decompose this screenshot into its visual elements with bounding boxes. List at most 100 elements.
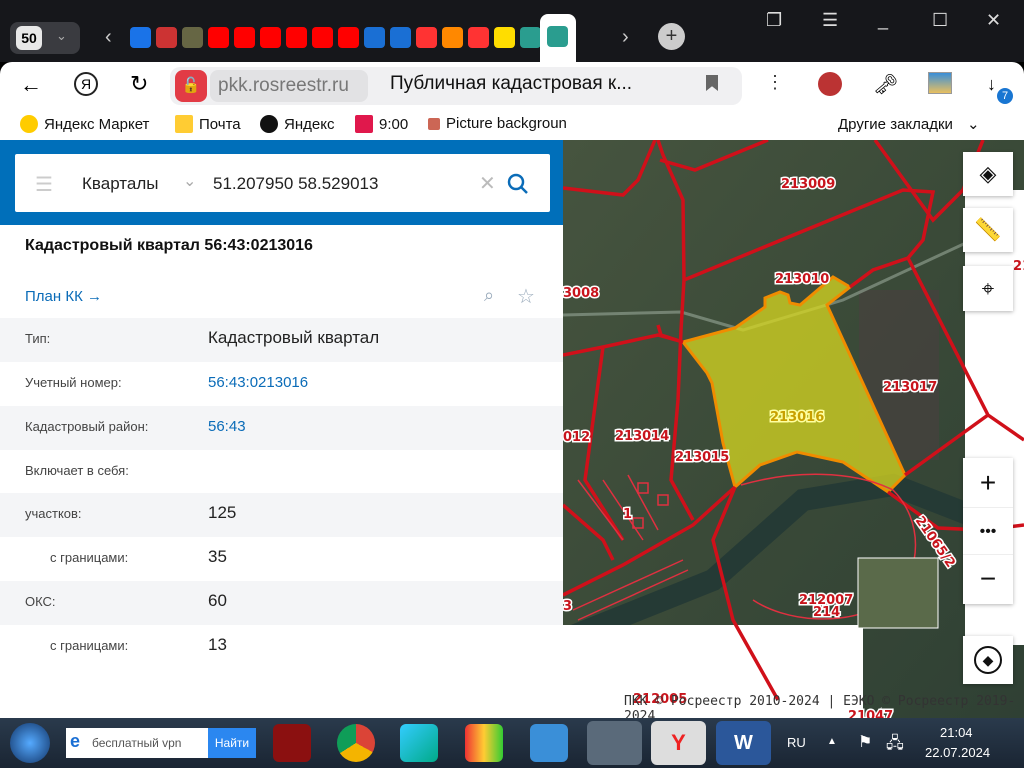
messenger-icon[interactable] <box>130 27 151 48</box>
row-label: Тип: <box>25 331 51 346</box>
cadastral-number-link[interactable]: 56:43:0213016 <box>208 374 308 391</box>
t-icon <box>355 115 373 133</box>
bookmark-yandex[interactable]: Яндекс <box>260 115 334 133</box>
row-value: 13 <box>208 635 227 654</box>
bookmark-900[interactable]: 9:00 <box>355 115 408 133</box>
network-icon[interactable]: 🖧 <box>886 732 904 759</box>
zoom-out-button[interactable]: − <box>980 555 996 603</box>
tc-icon[interactable] <box>494 27 515 48</box>
map-label: 213009 <box>781 177 835 192</box>
active-tab[interactable] <box>540 14 576 62</box>
locate-button[interactable]: ⌖ <box>963 266 1013 311</box>
address-domain[interactable]: pkk.rosreestr.ru <box>210 70 368 102</box>
hummingbird-icon[interactable] <box>400 724 438 762</box>
tabs-scroll-left-icon[interactable]: ‹ <box>105 26 112 49</box>
yandex-market-icon <box>20 115 38 133</box>
search-input[interactable]: 51.207950 58.529013 <box>213 174 378 194</box>
odnoklassniki-icon[interactable] <box>442 27 463 48</box>
overview-minimap[interactable] <box>857 557 939 629</box>
youtube-icon[interactable] <box>208 27 229 48</box>
maximize-button[interactable]: ☐ <box>932 10 948 31</box>
word-icon[interactable]: W <box>716 721 771 765</box>
plan-kk-link[interactable]: План КК → <box>25 288 102 305</box>
rosreestr-icon[interactable] <box>520 27 541 48</box>
address-page-title[interactable]: Публичная кадастровая к... <box>390 73 632 95</box>
back-button[interactable]: ← <box>20 72 42 98</box>
menu-icon[interactable]: ☰ <box>35 172 53 197</box>
reload-button[interactable]: ↻ <box>130 71 148 97</box>
extension-seal-icon[interactable] <box>818 72 842 96</box>
layer-select[interactable]: Кварталы <box>82 174 158 194</box>
extension-keys-icon[interactable]: 🗝 <box>873 72 898 97</box>
row-label: Включает в себя: <box>25 463 129 478</box>
map-label: 213010 <box>775 272 829 287</box>
house-icon <box>428 117 440 130</box>
insecure-lock-icon[interactable]: 🔓 <box>175 70 207 102</box>
youtube-icon[interactable] <box>312 27 333 48</box>
more-zoom-icon[interactable]: ••• <box>963 507 1013 555</box>
bookmark-picture[interactable]: Picture backgroun <box>428 115 567 132</box>
search-go-button[interactable]: Найти <box>208 728 256 758</box>
crosshair-icon: ⌖ <box>981 275 995 301</box>
info-row-oks-bounded: с границами: 13 <box>0 625 563 669</box>
tabs-scroll-right-icon[interactable]: › <box>622 26 629 49</box>
media-player-icon[interactable] <box>530 724 568 762</box>
yandex-browser-icon[interactable]: Y <box>651 721 706 765</box>
avg-icon[interactable] <box>465 724 503 762</box>
youtube-icon[interactable] <box>234 27 255 48</box>
mail-at-icon[interactable] <box>364 27 385 48</box>
menu-icon[interactable]: ☰ <box>822 10 838 31</box>
minimize-button[interactable]: _ <box>878 10 888 31</box>
yandex-icon[interactable] <box>468 27 489 48</box>
explorer-icon[interactable] <box>587 721 642 765</box>
bookmark-pochta[interactable]: Почта <box>175 115 241 133</box>
close-button[interactable]: ✕ <box>986 10 1001 31</box>
map-label: 213014 <box>615 429 669 444</box>
bookmark-yandex-market[interactable]: Яндекс Маркет <box>20 115 149 133</box>
extension-picture-icon[interactable] <box>928 72 952 94</box>
info-row-parcels-bounded: с границами: 35 <box>0 537 563 581</box>
clear-icon[interactable]: ✕ <box>479 171 496 196</box>
collections-icon[interactable]: ❐ <box>766 10 782 31</box>
search-field[interactable]: e бесплатный vpn <box>66 728 208 758</box>
map[interactable]: 213009 213010 3008 213017 213016 213014 213015… <box>563 140 1024 718</box>
new-tab-button[interactable]: + <box>658 23 685 50</box>
action-center-flag-icon[interactable]: ⚑ <box>858 732 872 752</box>
map-label: 213017 <box>883 380 937 395</box>
map-attribution: ПКК © Росреестр 2010-2024 | ЕЭКО © Росре… <box>624 694 1016 718</box>
favorite-star-icon[interactable]: ☆ <box>517 284 535 309</box>
youtube-icon[interactable] <box>338 27 359 48</box>
clock-date[interactable]: 22.07.2024 <box>925 745 990 760</box>
map-label: 214 <box>813 605 840 620</box>
map-label: 3008 <box>563 286 599 301</box>
youtube-icon[interactable] <box>286 27 307 48</box>
mail-envelope-icon[interactable] <box>390 27 411 48</box>
clock-time[interactable]: 21:04 <box>940 725 973 740</box>
cadastral-district-link[interactable]: 56:43 <box>208 418 246 435</box>
chevron-down-icon[interactable]: ⌄ <box>183 171 196 191</box>
tomato-icon[interactable] <box>156 27 177 48</box>
harp-icon[interactable] <box>182 27 203 48</box>
chrome-icon[interactable] <box>337 724 375 762</box>
start-button[interactable] <box>10 723 50 763</box>
info-row-parcels: участков: 125 <box>0 493 563 537</box>
pdf-master-icon[interactable] <box>273 724 311 762</box>
search-icon[interactable] <box>507 173 529 195</box>
youtube-icon[interactable] <box>260 27 281 48</box>
tab-count-button[interactable]: 50 ⌄ <box>10 22 80 54</box>
compass-button[interactable]: ◆ <box>963 636 1013 684</box>
zoom-to-object-icon[interactable]: ⌕ <box>484 285 494 306</box>
other-bookmarks[interactable]: Другие закладки ⌄ <box>838 115 980 134</box>
tab-list <box>130 27 567 48</box>
zoom-in-button[interactable]: + <box>980 459 996 507</box>
tray-expand-icon[interactable]: ▲ <box>827 736 837 747</box>
downloads-icon[interactable]: ↓ <box>987 74 996 95</box>
yandex-home-button[interactable]: Я <box>74 72 98 96</box>
more-icon[interactable]: ⋮ <box>766 72 784 93</box>
yandex-icon[interactable] <box>416 27 437 48</box>
map-canvas[interactable]: 213009 213010 3008 213017 213016 213014 213015… <box>563 140 1024 718</box>
language-indicator[interactable]: RU <box>787 735 806 750</box>
layers-button[interactable]: ◈ <box>963 152 1013 196</box>
measure-button[interactable]: 📏 <box>963 208 1013 252</box>
map-label: 213015 <box>675 450 729 465</box>
